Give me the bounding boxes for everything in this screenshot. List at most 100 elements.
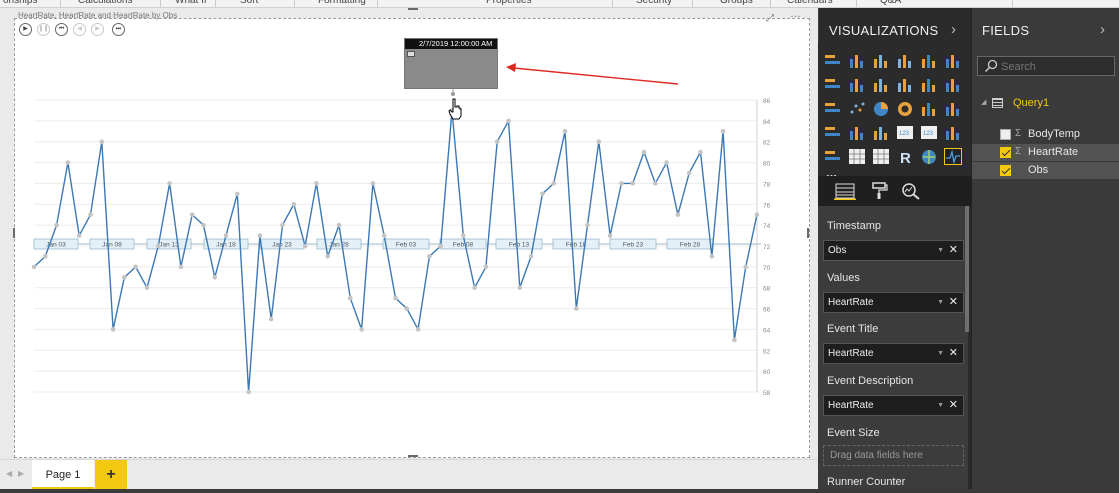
page-tab[interactable]: Page 1 [32, 460, 94, 490]
chevron-down-icon[interactable]: ▼ [937, 396, 944, 415]
table-icon[interactable] [848, 148, 866, 165]
y-tick-label: 62 [763, 348, 771, 355]
stacked-area-icon[interactable] [872, 76, 890, 93]
slicer-icon[interactable] [824, 148, 842, 165]
expand-triangle-icon[interactable]: ◢ [981, 98, 986, 106]
remove-field-icon[interactable]: ✕ [949, 241, 958, 260]
data-point [122, 275, 127, 280]
well-field-values[interactable]: HeartRate ▼ ✕ [823, 292, 964, 313]
card-icon[interactable]: 123 [896, 124, 914, 141]
globe-icon[interactable] [920, 148, 938, 165]
area-chart-icon[interactable] [848, 76, 866, 93]
well-drop-event-size[interactable]: Drag data fields here [823, 445, 964, 466]
donut-chart-icon[interactable] [896, 100, 914, 117]
line-column-icon[interactable] [896, 76, 914, 93]
visualizations-pane: VISUALIZATIONS › 123 123 R... Timestamp Ob… [818, 8, 971, 489]
y-tick-label: 70 [763, 265, 771, 272]
data-point [641, 149, 647, 155]
field-item-bodytemp[interactable]: Σ BodyTemp [972, 126, 1119, 143]
y-tick-label: 60 [763, 369, 771, 376]
analytics-magnifier-icon[interactable] [900, 182, 922, 200]
stacked-column-icon[interactable] [848, 52, 866, 69]
well-field-event-title[interactable]: HeartRate ▼ ✕ [823, 343, 964, 364]
timeline-tick-label: Feb 18 [566, 242, 587, 249]
wells-scrollbar[interactable] [965, 206, 969, 332]
ribbon-chart-icon[interactable] [944, 76, 962, 93]
treemap-icon[interactable] [920, 100, 938, 117]
filled-map-icon[interactable] [824, 124, 842, 141]
data-point [381, 233, 387, 238]
line-clustered-icon[interactable] [920, 76, 938, 93]
gauge-icon[interactable] [872, 124, 890, 141]
data-point [246, 389, 251, 395]
data-point [517, 285, 523, 291]
data-point [619, 181, 624, 186]
collapse-visualizations-icon[interactable]: › [951, 21, 956, 38]
data-point [201, 222, 206, 228]
data-point [223, 233, 229, 238]
r-visual-icon[interactable]: R [896, 148, 914, 165]
event-popup: 2/7/2019 12:00:00 AM [404, 38, 498, 89]
data-point [325, 254, 331, 259]
tab-next-icon[interactable]: ▶ [18, 469, 24, 478]
y-tick-label: 86 [763, 98, 771, 105]
chevron-down-icon[interactable]: ▼ [937, 344, 944, 363]
field-checkbox[interactable] [1000, 147, 1011, 158]
remove-field-icon[interactable]: ✕ [949, 396, 958, 415]
y-tick-label: 80 [763, 161, 771, 168]
data-point [133, 264, 138, 270]
data-point [506, 118, 511, 124]
line-chart-icon[interactable] [824, 76, 842, 93]
kpi-icon[interactable] [944, 124, 962, 141]
matrix-icon[interactable] [872, 148, 890, 165]
remove-field-icon[interactable]: ✕ [949, 344, 958, 363]
data-point [302, 243, 308, 249]
data-point [709, 254, 715, 259]
data-point [291, 202, 297, 207]
chevron-down-icon[interactable]: ▼ [937, 293, 944, 312]
map-icon[interactable] [944, 100, 962, 117]
visualizations-title: VISUALIZATIONS [829, 23, 939, 38]
search-input[interactable] [1001, 60, 1101, 74]
data-point [472, 285, 477, 291]
data-point [743, 264, 748, 270]
stacked-bar-icon[interactable] [824, 52, 842, 69]
data-point [99, 139, 105, 144]
y-tick-label: 72 [763, 244, 771, 251]
timeline-tick-label: Jan 23 [272, 242, 292, 249]
field-checkbox[interactable] [1000, 165, 1011, 176]
chevron-down-icon[interactable]: ▼ [937, 241, 944, 260]
well-field-event-description[interactable]: HeartRate ▼ ✕ [823, 395, 964, 416]
data-point [630, 181, 635, 186]
heartrate-line [33, 110, 758, 393]
annotation-arrow-head [506, 63, 516, 72]
pie-chart-icon[interactable] [872, 100, 890, 117]
data-point [348, 295, 353, 301]
tab-prev-icon[interactable]: ◀ [6, 469, 12, 478]
remove-field-icon[interactable]: ✕ [949, 293, 958, 312]
pulse-chart-icon[interactable] [944, 148, 962, 165]
well-field-timestamp[interactable]: Obs ▼ ✕ [823, 240, 964, 261]
100-column-icon[interactable] [944, 52, 962, 69]
waterfall-icon[interactable] [824, 100, 842, 117]
collapse-fields-icon[interactable]: › [1100, 21, 1105, 38]
funnel-icon[interactable] [848, 124, 866, 141]
field-item-obs[interactable]: Obs [972, 162, 1119, 179]
data-point [54, 222, 59, 228]
table-icon [992, 98, 1003, 108]
data-point [178, 264, 184, 270]
table-node-query1[interactable]: ◢ Query1 [981, 96, 1111, 112]
data-point [280, 222, 285, 228]
fields-tab-icon[interactable] [834, 182, 856, 200]
100-bar-icon[interactable] [920, 52, 938, 69]
field-checkbox[interactable] [1000, 129, 1011, 140]
fields-search[interactable] [977, 56, 1115, 76]
scatter-icon[interactable] [848, 100, 866, 117]
multirow-card-icon[interactable]: 123 [920, 124, 938, 141]
clustered-column-icon[interactable] [896, 52, 914, 69]
format-paint-roller-icon[interactable] [868, 182, 890, 200]
well-label-timestamp: Timestamp [827, 220, 881, 232]
add-page-button[interactable]: + [95, 460, 127, 490]
field-item-heartrate[interactable]: Σ HeartRate [972, 144, 1119, 161]
clustered-bar-icon[interactable] [872, 52, 890, 69]
